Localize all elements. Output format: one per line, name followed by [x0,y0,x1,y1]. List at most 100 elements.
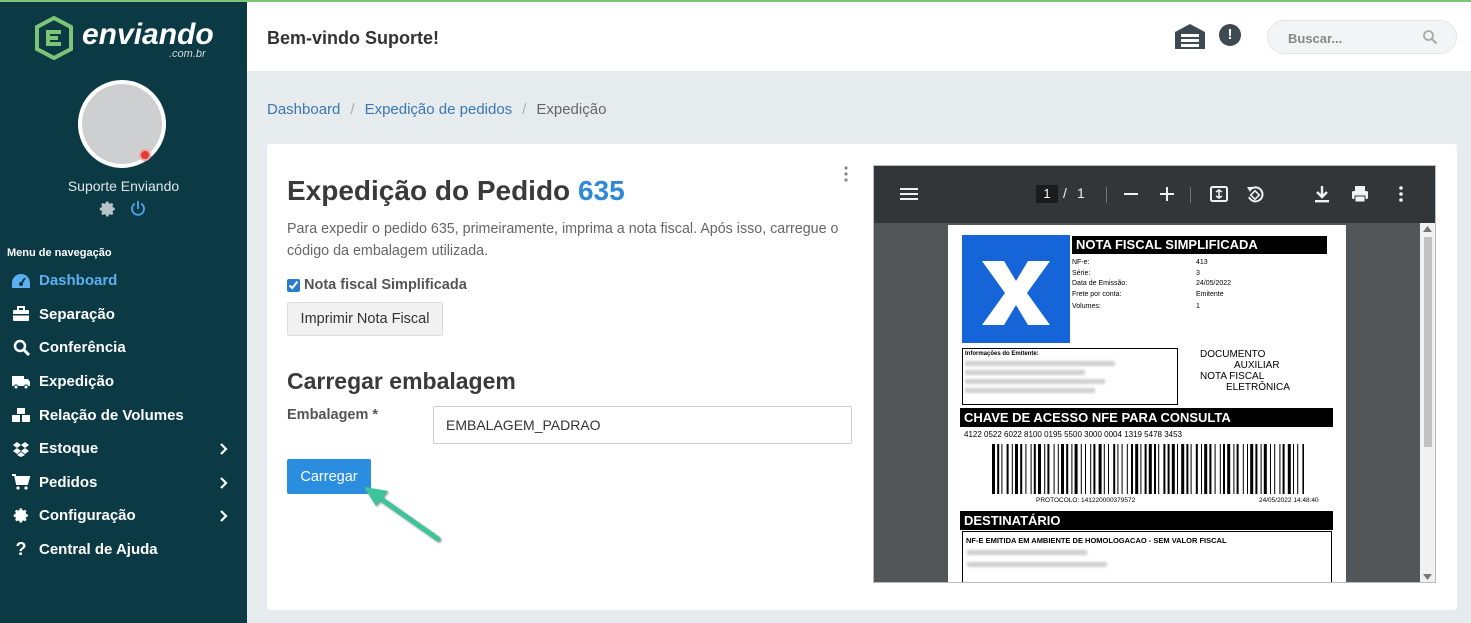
top-header: Bem-vindo Suporte! ! [247,2,1471,71]
barcode-bar [1209,444,1212,494]
emitente-label: Informações do Emitente: [965,351,1039,357]
scroll-thumb[interactable] [1424,237,1432,447]
print-icon[interactable] [1351,185,1369,203]
barcode-bar [1250,444,1254,494]
barcode-bar [1186,444,1189,494]
sidebar-item-label: Conferência [39,339,126,357]
nf-meta-value: 413 [1196,259,1208,266]
barcode-bar [997,444,1000,494]
chevron-right-icon [220,476,228,489]
barcode-bar [1219,444,1221,494]
breadcrumb-separator: / [350,101,355,118]
destinatario-box: NF-E EMITIDA EM AMBIENTE DE HOMOLOGACAO … [962,531,1332,582]
alert-icon[interactable]: ! [1219,24,1241,46]
page-number-input[interactable]: 1 [1036,185,1058,203]
carregar-button[interactable]: Carregar [287,459,371,494]
sidebar-item-label: Dashboard [39,272,118,290]
menu-icon[interactable] [900,186,918,202]
zoom-in-icon[interactable] [1160,187,1174,201]
kebab-menu-icon[interactable] [841,164,851,184]
nf-meta-row: NF-e: 413 [1072,258,1231,269]
rotate-icon[interactable] [1246,185,1264,203]
sidebar-item-estoque[interactable]: Estoque [0,432,247,466]
boxes-icon [11,406,31,424]
sidebar-item-relacao-volumes[interactable]: Relação de Volumes [0,398,247,432]
dashboard-icon [11,272,31,290]
sidebar-item-separacao[interactable]: Separação [0,298,247,332]
scroll-up-icon[interactable] [1423,226,1432,232]
logo[interactable]: enviando .com.br [34,15,214,64]
search-icon[interactable] [1422,29,1438,45]
barcode-bar [1093,444,1096,494]
sidebar-item-configuracao[interactable]: Configuração [0,499,247,533]
sidebar-item-pedidos[interactable]: Pedidos [0,466,247,500]
search-input[interactable] [1288,28,1418,48]
barcode-bar [1001,444,1003,494]
sidebar-item-label: Pedidos [39,473,98,491]
settings-gear-icon[interactable] [99,200,117,218]
barcode-bar [1135,444,1139,494]
breadcrumb: Dashboard / Expedição de pedidos / Exped… [267,101,606,118]
question-icon: ? [15,539,27,560]
embalagem-field[interactable] [433,406,852,444]
barcode-bar [1074,444,1078,494]
warehouse-icon[interactable] [1173,22,1207,50]
nf-meta-label: Frete por conta: [1072,290,1122,298]
sidebar-item-label: Central de Ajuda [39,541,158,559]
barcode-bar [1302,444,1304,494]
barcode-bar [1190,444,1192,494]
barcode-bar [1223,444,1225,494]
barcode-bar [1025,444,1027,494]
barcode-bar [1011,444,1013,494]
barcode-bar [1242,444,1244,494]
sidebar-item-label: Relação de Volumes [39,406,184,424]
barcode-bar [1255,444,1258,494]
barcode-bar [1270,444,1271,494]
print-invoice-button[interactable]: Imprimir Nota Fiscal [287,302,443,336]
barcode-bar [1066,444,1069,494]
protocolo-date: 24/05/2022 14:48:40 [1259,497,1319,504]
annotation-arrow-icon [364,487,441,542]
barcode-bar [1167,444,1170,494]
welcome-text: Bem-vindo Suporte! [267,28,440,48]
barcode-bar [1171,444,1175,494]
fit-page-icon[interactable] [1210,185,1228,203]
barcode-bar [1274,444,1276,494]
breadcrumb-expedicao-pedidos[interactable]: Expedição de pedidos [365,101,513,118]
barcode-bar [1121,444,1123,494]
barcode-bar [1287,444,1291,494]
pdf-page: NOTA FISCAL SIMPLIFICADA NF-e: 413 Série:… [948,225,1346,582]
scroll-down-icon[interactable] [1423,574,1432,580]
barcode-bar [1282,444,1285,494]
danfe-label: DOCUMENTO AUXILIAR NOTA FISCAL ELETRÔNIC… [1200,349,1290,393]
power-icon[interactable] [129,200,147,218]
nota-simplificada-checkbox[interactable] [287,278,300,292]
checkbox-label: Nota fiscal Simplificada [304,277,467,293]
barcode-bar [1293,444,1294,494]
access-key: 4122 0522 6022 8100 0195 5500 3000 0004 … [964,430,1182,439]
chave-title: CHAVE DE ACESSO NFE PARA CONSULTA [960,408,1333,427]
pdf-toolbar: 1 / 1 [874,166,1435,223]
sidebar-item-expedicao[interactable]: Expedição [0,365,247,399]
sidebar-item-central-ajuda[interactable]: ? Central de Ajuda [0,533,247,567]
nf-meta-label: Série: [1072,269,1091,277]
nf-meta-row: Data de Emissão: 24/05/2022 [1072,279,1231,290]
nf-meta-label: Data de Emissão: [1072,280,1128,287]
logo-domain: .com.br [169,48,206,60]
page-separator: / [1063,185,1067,201]
zoom-out-icon[interactable] [1124,187,1138,201]
sidebar-item-conferencia[interactable]: Conferência [0,331,247,365]
avatar[interactable] [78,80,166,168]
nf-meta-value: Emitente [1196,290,1224,298]
sidebar-item-label: Expedição [39,373,115,391]
sidebar-item-dashboard[interactable]: Dashboard [0,264,247,298]
download-icon[interactable] [1314,185,1330,203]
redacted-line [965,361,1115,366]
barcode-bar [1071,444,1073,494]
nf-meta-value: 1 [1196,303,1200,310]
pdf-scrollbar[interactable] [1420,223,1435,582]
breadcrumb-current: Expedição [536,101,607,118]
nota-simplificada-option[interactable]: Nota fiscal Simplificada [287,277,467,293]
more-options-icon[interactable] [1396,185,1406,203]
breadcrumb-dashboard[interactable]: Dashboard [267,101,340,118]
